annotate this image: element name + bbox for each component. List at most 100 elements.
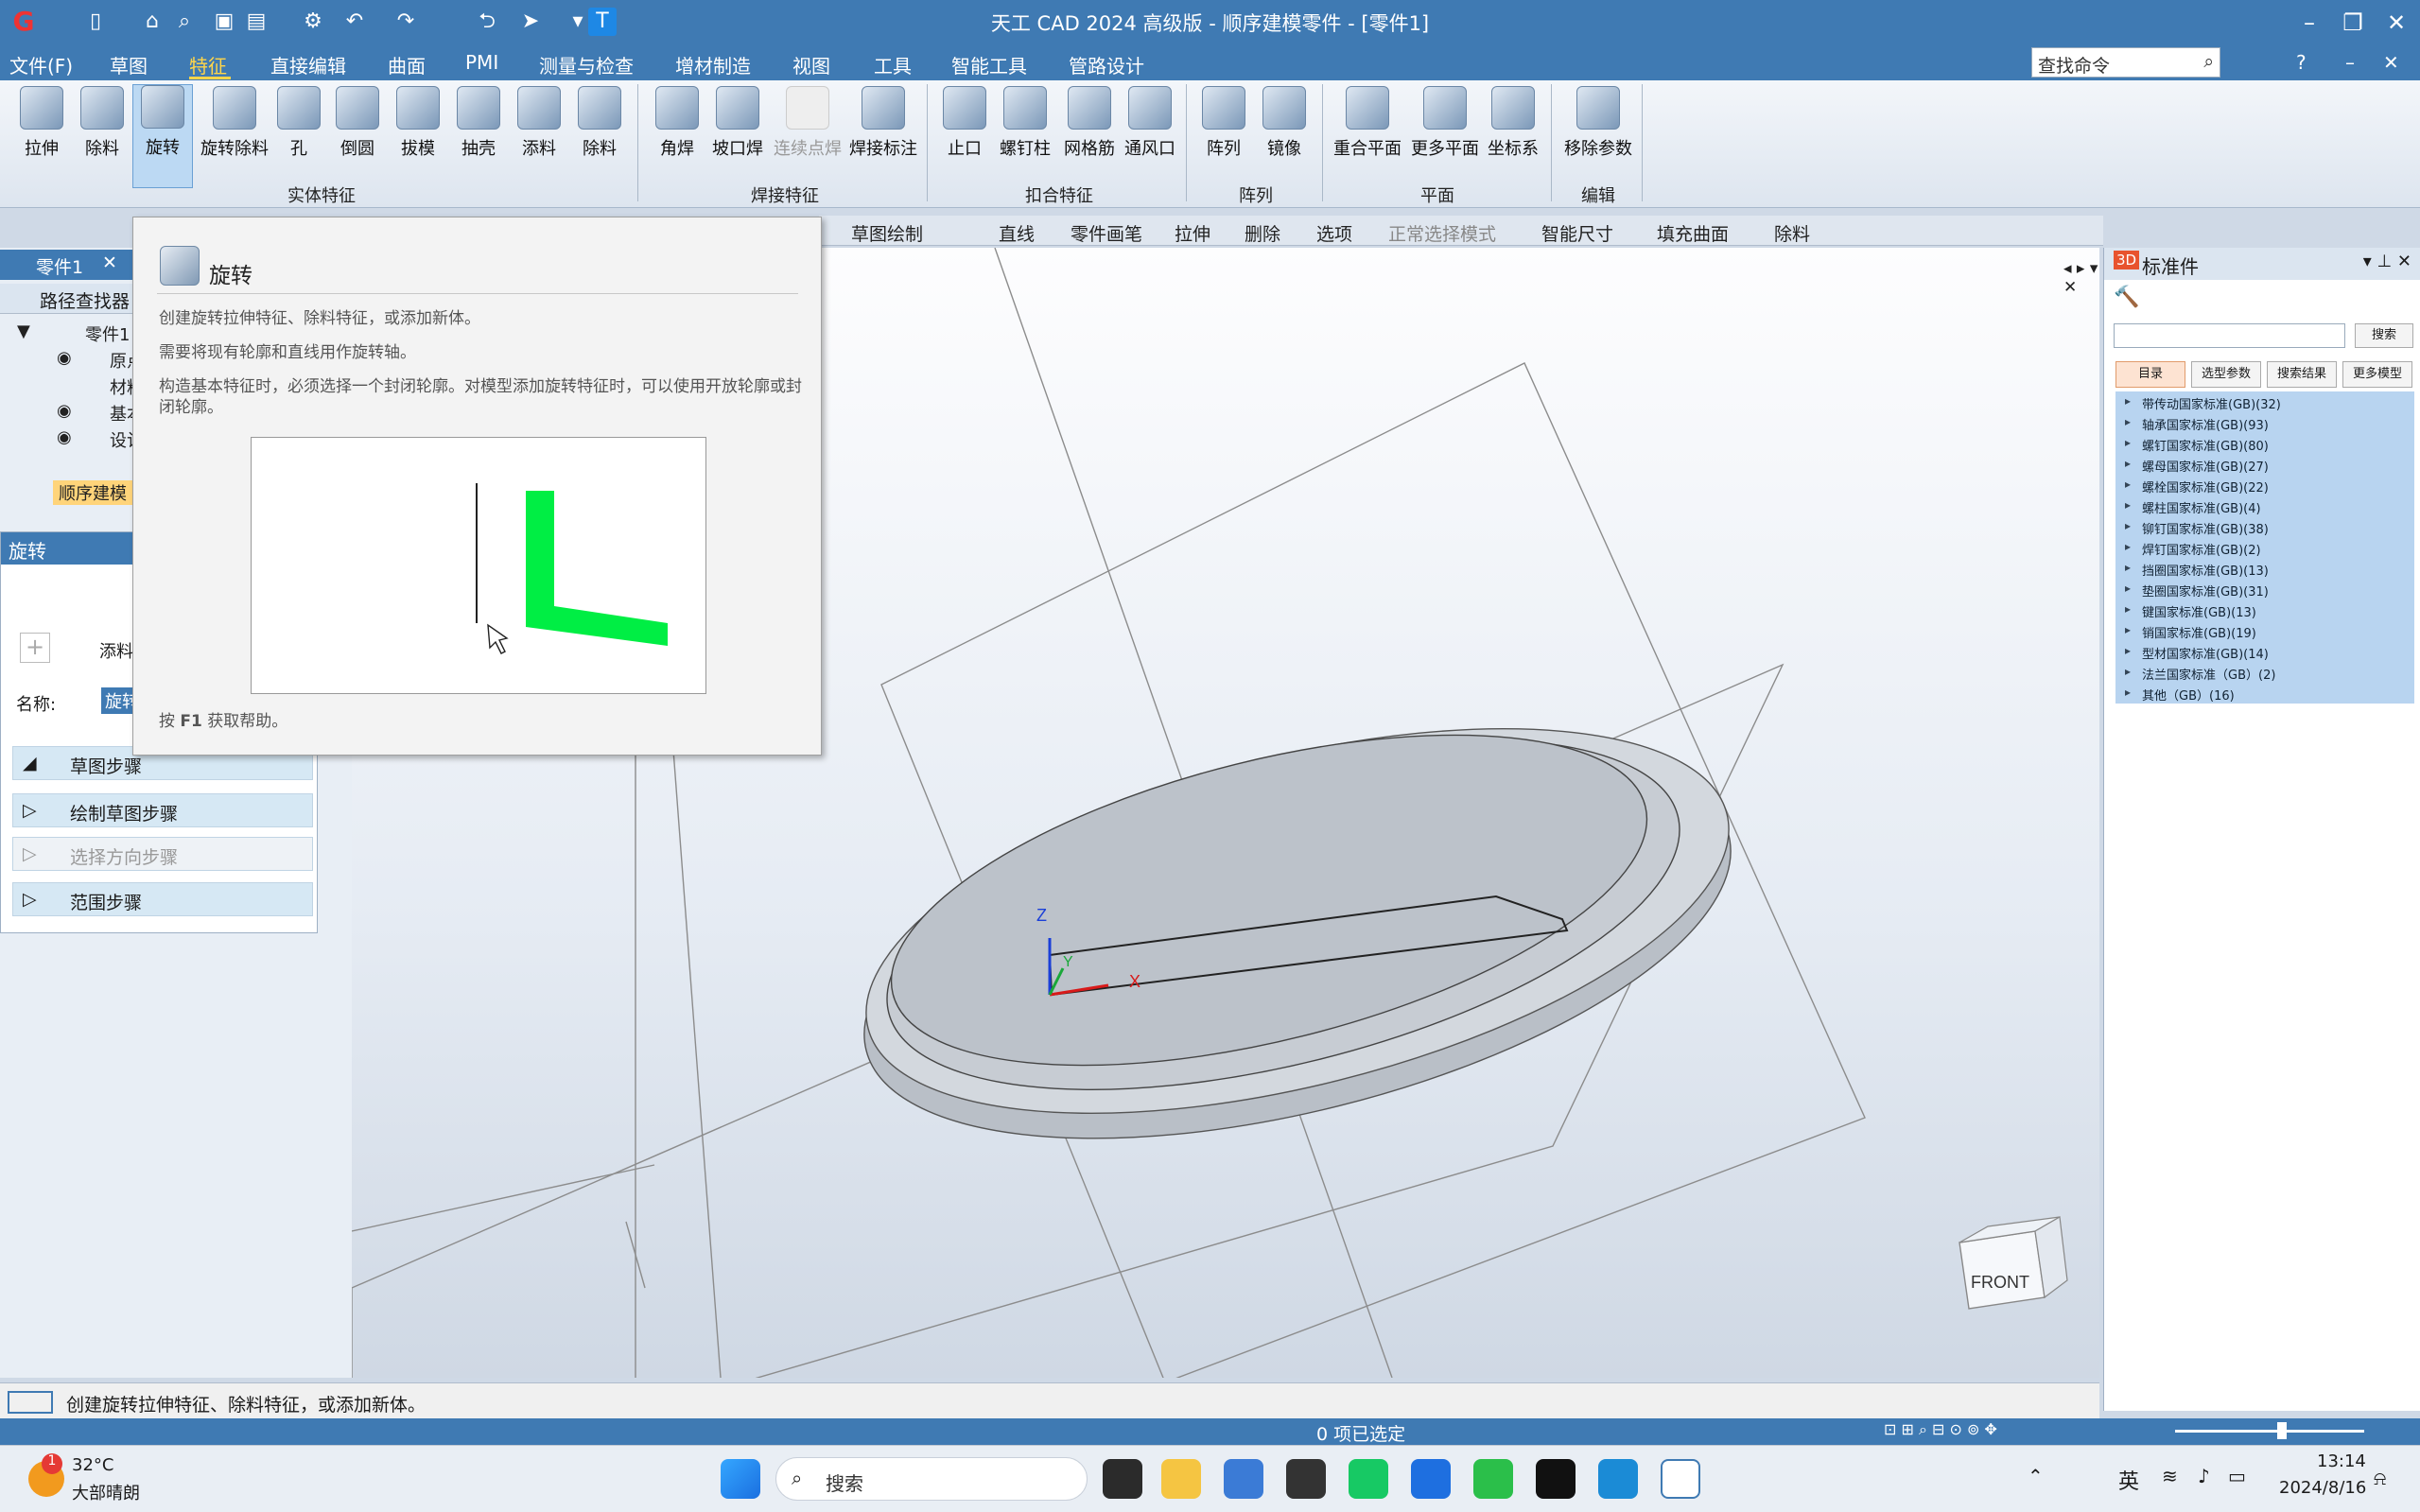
app-icon[interactable] bbox=[1411, 1459, 1451, 1499]
list-item[interactable]: 螺钉国家标准(GB)(80) bbox=[2115, 433, 2414, 454]
help-icon[interactable]: ? bbox=[2296, 51, 2307, 74]
tiangong-cad-icon[interactable] bbox=[1661, 1459, 1700, 1499]
remove-params-button[interactable]: 移除参数 bbox=[1558, 86, 1638, 160]
store-icon[interactable] bbox=[1224, 1459, 1263, 1499]
taskbar-search[interactable]: ⌕ 搜索 bbox=[775, 1457, 1088, 1501]
menu-feature[interactable]: 特征 bbox=[189, 51, 227, 78]
tab-catalog[interactable]: 目录 bbox=[2115, 361, 2185, 388]
eye-icon[interactable]: ◉ bbox=[57, 401, 72, 421]
menu-piping[interactable]: 管路设计 bbox=[1069, 51, 1144, 78]
revolve-cut-button[interactable]: 旋转除料 bbox=[195, 86, 274, 160]
minimize-button[interactable]: – bbox=[2289, 6, 2330, 40]
screw-boss-button[interactable]: 螺钉柱 bbox=[997, 86, 1053, 160]
revolve-button[interactable]: 旋转 bbox=[132, 84, 193, 188]
menu-measure[interactable]: 测量与检查 bbox=[539, 51, 634, 78]
eye-icon[interactable]: ◉ bbox=[57, 348, 72, 368]
list-item[interactable]: 其他（GB）(16) bbox=[2115, 683, 2414, 704]
task-view-icon[interactable] bbox=[1103, 1459, 1142, 1499]
wechat-icon[interactable] bbox=[1473, 1459, 1513, 1499]
search-icon[interactable]: ⌕ bbox=[2203, 51, 2214, 72]
list-item[interactable]: 垫圈国家标准(GB)(31) bbox=[2115, 579, 2414, 600]
menu-pmi[interactable]: PMI bbox=[465, 51, 498, 74]
zoom-slider[interactable] bbox=[2175, 1430, 2364, 1433]
vent-button[interactable]: 通风口 bbox=[1120, 86, 1180, 160]
battery-icon[interactable]: ▭ bbox=[2228, 1465, 2246, 1487]
edge-icon[interactable] bbox=[1598, 1459, 1638, 1499]
list-item[interactable]: 螺栓国家标准(GB)(22) bbox=[2115, 475, 2414, 495]
app-icon[interactable] bbox=[1286, 1459, 1326, 1499]
qq-icon[interactable] bbox=[1536, 1459, 1576, 1499]
restore-icon[interactable]: – bbox=[2345, 51, 2355, 74]
wifi-icon[interactable]: ≋ bbox=[2162, 1465, 2178, 1487]
shell-button[interactable]: 抽壳 bbox=[450, 86, 507, 160]
add-material-button[interactable]: 添料 bbox=[511, 86, 567, 160]
pattern-button[interactable]: 阵列 bbox=[1195, 86, 1252, 160]
extent-step[interactable]: ▷ 范围步骤 bbox=[12, 882, 313, 916]
close-tab-icon[interactable]: ✕ bbox=[102, 252, 117, 273]
list-item[interactable]: 法兰国家标准（GB）(2) bbox=[2115, 662, 2414, 683]
menu-file[interactable]: 文件(F) bbox=[9, 51, 73, 78]
list-item[interactable]: 焊钉国家标准(GB)(2) bbox=[2115, 537, 2414, 558]
eye-icon[interactable]: ◉ bbox=[57, 427, 72, 447]
parts-search-button[interactable]: 搜索 bbox=[2355, 323, 2413, 348]
add-icon[interactable]: + bbox=[20, 633, 50, 663]
clock-time[interactable]: 13:14 bbox=[2317, 1451, 2366, 1471]
part-pen-button[interactable]: 零件画笔 bbox=[1071, 220, 1142, 246]
web-network-button[interactable]: 网格筋 bbox=[1059, 86, 1120, 160]
document-tab[interactable]: 零件1 ✕ bbox=[0, 250, 132, 280]
weld-annotation-button[interactable]: 焊接标注 bbox=[845, 86, 921, 160]
hole-button[interactable]: 孔 bbox=[270, 86, 327, 160]
remove-material-button[interactable]: 除料 bbox=[571, 86, 628, 160]
clock-date[interactable]: 2024/8/16 bbox=[2279, 1478, 2366, 1498]
groove-weld-button[interactable]: 坡口焊 bbox=[709, 86, 766, 160]
view-tools-icons[interactable]: ⊡ ⊞ ⌕ ⊟ ⊙ ⊚ ✥ bbox=[1884, 1420, 1997, 1439]
menu-direct-edit[interactable]: 直接编辑 bbox=[270, 51, 346, 78]
lip-button[interactable]: 止口 bbox=[936, 86, 993, 160]
app-icon[interactable] bbox=[1349, 1459, 1388, 1499]
extrude-cmd-button[interactable]: 拉伸 bbox=[1175, 220, 1210, 246]
zoom-slider-thumb[interactable] bbox=[2277, 1422, 2287, 1439]
fillet-weld-button[interactable]: 角焊 bbox=[649, 86, 705, 160]
list-item[interactable]: 螺柱国家标准(GB)(4) bbox=[2115, 495, 2414, 516]
more-planes-button[interactable]: 更多平面 bbox=[1407, 86, 1483, 160]
delete-button[interactable]: 删除 bbox=[1245, 220, 1280, 246]
coincident-plane-button[interactable]: 重合平面 bbox=[1330, 86, 1405, 160]
remove-cmd-button[interactable]: 除料 bbox=[1774, 220, 1810, 246]
tree-item-part[interactable]: 零件1 bbox=[85, 322, 130, 346]
list-item[interactable]: 键国家标准(GB)(13) bbox=[2115, 600, 2414, 620]
normal-select-mode[interactable]: 正常选择模式 bbox=[1388, 220, 1496, 246]
menu-additive[interactable]: 增材制造 bbox=[675, 51, 751, 78]
draft-button[interactable]: 拔模 bbox=[390, 86, 446, 160]
menu-surface[interactable]: 曲面 bbox=[388, 51, 426, 78]
maximize-button[interactable]: ❐ bbox=[2332, 6, 2374, 40]
draw-sketch-step[interactable]: ▷ 绘制草图步骤 bbox=[12, 793, 313, 827]
tree-item-sequential[interactable]: 顺序建模 bbox=[53, 480, 132, 505]
menu-tools[interactable]: 工具 bbox=[874, 51, 912, 78]
tab-more-models[interactable]: 更多模型 bbox=[2342, 361, 2412, 388]
mirror-button[interactable]: 镜像 bbox=[1256, 86, 1313, 160]
round-button[interactable]: 倒圆 bbox=[329, 86, 386, 160]
hammer-icon[interactable]: 🔨 bbox=[2114, 286, 2139, 309]
list-item[interactable]: 型材国家标准(GB)(14) bbox=[2115, 641, 2414, 662]
view-cube[interactable]: FRONT bbox=[1959, 1216, 2068, 1310]
list-item[interactable]: 销国家标准(GB)(19) bbox=[2115, 620, 2414, 641]
expand-icon[interactable]: ▼ bbox=[17, 322, 30, 341]
sketch-draw-button[interactable]: 草图绘制 bbox=[851, 220, 923, 246]
line-button[interactable]: 直线 bbox=[999, 220, 1035, 246]
fill-surface-button[interactable]: 填充曲面 bbox=[1657, 220, 1729, 246]
panel-controls-icon[interactable]: ▾ ⊥ ✕ bbox=[2363, 252, 2411, 271]
tab-selection-params[interactable]: 选型参数 bbox=[2191, 361, 2261, 388]
close-button[interactable]: ✕ bbox=[2376, 6, 2417, 40]
list-item[interactable]: 带传动国家标准(GB)(32) bbox=[2115, 391, 2414, 412]
list-item[interactable]: 螺母国家标准(GB)(27) bbox=[2115, 454, 2414, 475]
windows-start-icon[interactable] bbox=[721, 1459, 760, 1499]
viewport-nav-arrows[interactable]: ◂ ▸ ▾ ✕ bbox=[2063, 259, 2099, 297]
panel-close-icon[interactable]: ✕ bbox=[2383, 51, 2399, 74]
stitch-weld-button[interactable]: 连续点焊 bbox=[770, 86, 845, 160]
ime-indicator[interactable]: 英 bbox=[2118, 1465, 2139, 1495]
options-button[interactable]: 选项 bbox=[1316, 220, 1352, 246]
volume-icon[interactable]: ♪ bbox=[2198, 1465, 2210, 1487]
menu-view[interactable]: 视图 bbox=[792, 51, 830, 78]
menu-sketch[interactable]: 草图 bbox=[110, 51, 148, 78]
list-item[interactable]: 挡圈国家标准(GB)(13) bbox=[2115, 558, 2414, 579]
